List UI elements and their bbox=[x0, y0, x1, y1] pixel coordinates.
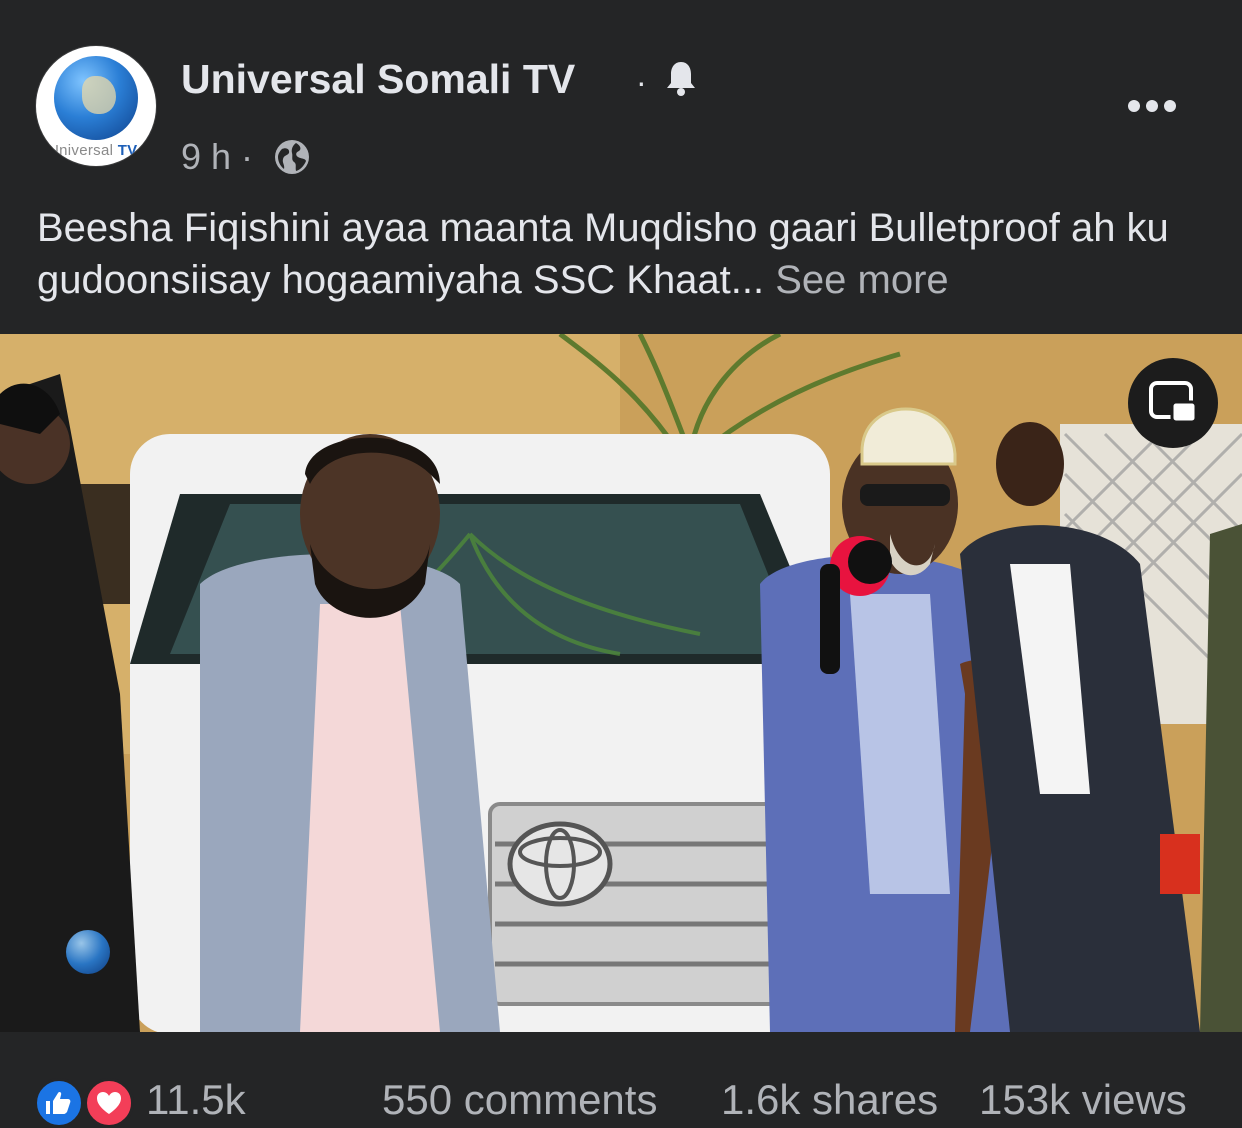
video-frame bbox=[0, 334, 1242, 1032]
views-count: 153k views bbox=[979, 1076, 1187, 1123]
caption-text: Beesha Fiqishini ayaa maanta Muqdisho ga… bbox=[37, 206, 1169, 302]
picture-in-picture-button[interactable] bbox=[1128, 358, 1218, 448]
page-name[interactable]: Universal Somali TV bbox=[181, 56, 575, 103]
love-icon[interactable] bbox=[84, 1078, 134, 1128]
like-icon[interactable] bbox=[34, 1078, 84, 1128]
post-caption: Beesha Fiqishini ayaa maanta Muqdisho ga… bbox=[37, 202, 1217, 306]
globe-logo-icon bbox=[54, 56, 138, 140]
picture-in-picture-icon bbox=[1149, 381, 1198, 424]
comments-count[interactable]: 550 comments bbox=[382, 1076, 657, 1124]
see-more-link[interactable]: See more bbox=[764, 258, 948, 302]
post-timestamp[interactable]: 9 h · bbox=[181, 136, 253, 178]
bell-icon[interactable] bbox=[664, 58, 698, 98]
globe-icon bbox=[275, 140, 309, 174]
video-player[interactable] bbox=[0, 334, 1242, 1032]
shares-count[interactable]: 1.6k shares bbox=[721, 1076, 938, 1124]
reaction-count[interactable]: 11.5k bbox=[146, 1076, 246, 1124]
more-options-icon[interactable] bbox=[1126, 92, 1178, 120]
channel-watermark-icon bbox=[66, 930, 110, 974]
post-header: Universal TV Universal Somali TV · 9 h ·… bbox=[0, 0, 1242, 302]
page-avatar[interactable]: Universal TV bbox=[36, 46, 156, 166]
avatar-brand-text: Universal TV bbox=[48, 142, 138, 159]
separator-dot: · bbox=[636, 64, 647, 100]
